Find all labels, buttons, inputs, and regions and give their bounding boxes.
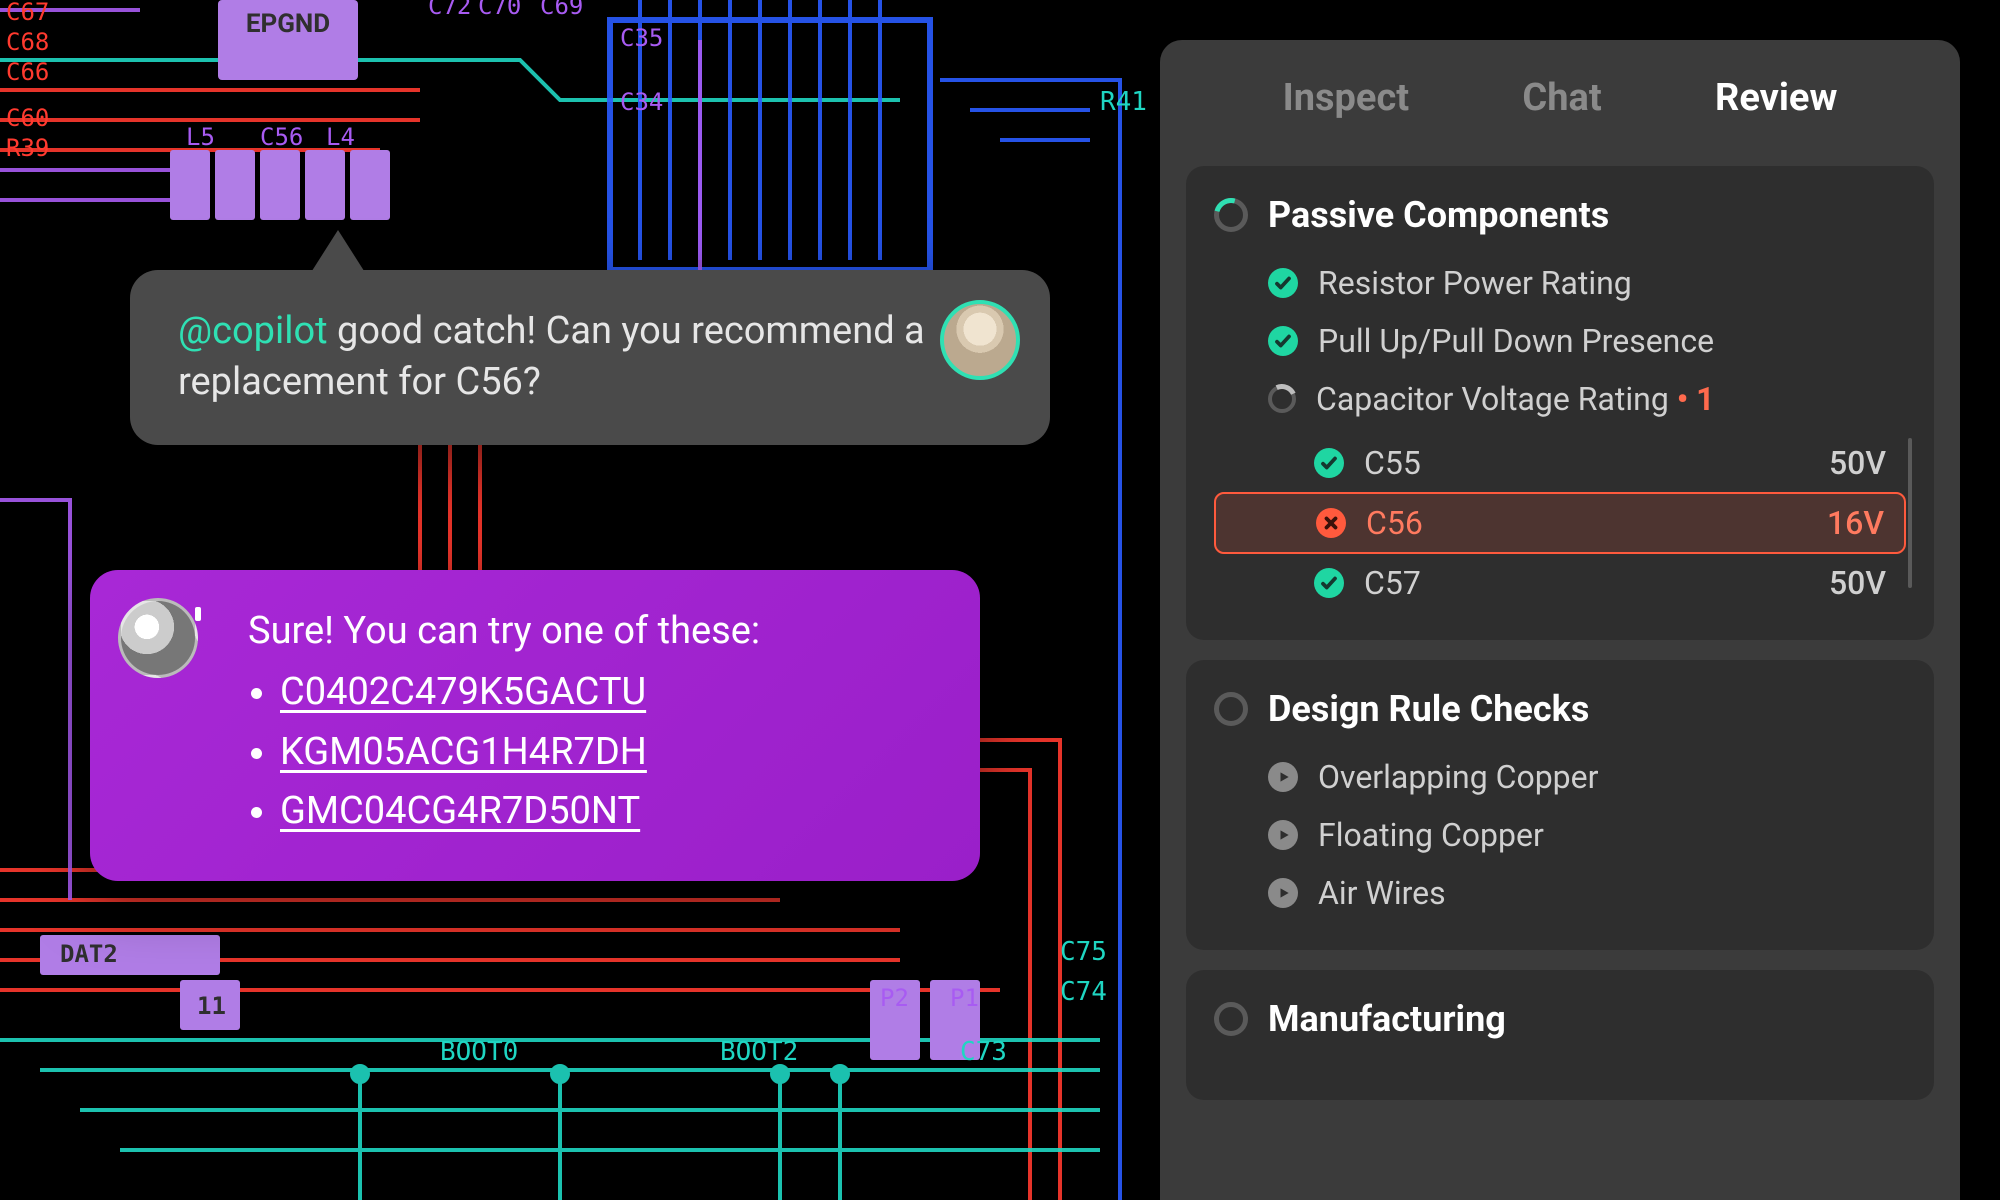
progress-ring-icon — [1214, 692, 1248, 726]
svg-text:L5: L5 — [186, 123, 215, 151]
cap-name: C55 — [1364, 444, 1809, 482]
mention-copilot[interactable]: @copilot — [178, 309, 328, 353]
issue-count-badge: • 1 — [1677, 380, 1715, 418]
svg-text:C60: C60 — [6, 104, 49, 132]
progress-ring-icon — [1214, 1002, 1248, 1036]
check-label: Capacitor Voltage Rating • 1 — [1316, 380, 1906, 418]
check-ok-icon — [1268, 326, 1298, 356]
svg-text:R41: R41 — [1100, 87, 1147, 117]
part-link[interactable]: C0402C479K5GACTU — [280, 670, 646, 714]
user-avatar[interactable] — [940, 300, 1020, 380]
review-panel: Inspect Chat Review Passive Components R… — [1160, 40, 1960, 1200]
panel-tabs: Inspect Chat Review — [1186, 66, 1934, 146]
cap-value: 50V — [1829, 564, 1886, 602]
chat-bot-bubble: Sure! You can try one of these: C0402C47… — [90, 570, 980, 881]
bubble-tail — [310, 230, 366, 274]
svg-text:C72: C72 — [428, 0, 471, 20]
section-title: Passive Components — [1268, 194, 1609, 236]
drc-item-airwires[interactable]: Air Wires — [1214, 864, 1906, 922]
svg-text:C73: C73 — [960, 1037, 1007, 1067]
svg-text:P1: P1 — [950, 984, 979, 1012]
check-fail-icon — [1316, 508, 1346, 538]
svg-text:BOOT0: BOOT0 — [440, 1037, 518, 1067]
part-link[interactable]: GMC04CG4R7D50NT — [280, 789, 640, 833]
svg-text:11: 11 — [197, 992, 226, 1020]
check-label: Floating Copper — [1318, 816, 1906, 854]
check-ok-icon — [1314, 448, 1344, 478]
spinner-icon — [1268, 385, 1296, 413]
progress-ring-icon — [1214, 198, 1248, 232]
tab-review[interactable]: Review — [1715, 76, 1837, 120]
check-item-resistor-power[interactable]: Resistor Power Rating — [1214, 254, 1906, 312]
svg-text:C69: C69 — [540, 0, 583, 20]
part-link[interactable]: KGM05ACG1H4R7DH — [280, 730, 647, 774]
bot-intro: Sure! You can try one of these: — [248, 606, 932, 657]
check-label: Resistor Power Rating — [1318, 264, 1906, 302]
tab-inspect[interactable]: Inspect — [1283, 76, 1410, 120]
svg-text:C56: C56 — [260, 123, 303, 151]
cap-value: 16V — [1827, 504, 1884, 542]
cap-row-c56[interactable]: C56 16V — [1214, 492, 1906, 554]
cap-name: C57 — [1364, 564, 1809, 602]
check-ok-icon — [1314, 568, 1344, 598]
cap-row-c57[interactable]: C57 50V — [1214, 554, 1906, 612]
section-passive-components: Passive Components Resistor Power Rating… — [1186, 166, 1934, 640]
bot-suggestion-list: C0402C479K5GACTU KGM05ACG1H4R7DH GMC04CG… — [248, 667, 932, 837]
check-label: Overlapping Copper — [1318, 758, 1906, 796]
section-manufacturing: Manufacturing — [1186, 970, 1934, 1100]
svg-text:C66: C66 — [6, 58, 49, 86]
svg-text:C75: C75 — [1060, 937, 1107, 967]
cap-name: C56 — [1366, 504, 1807, 542]
capacitor-sub-list: C55 50V C56 16V C57 50V — [1214, 434, 1906, 612]
svg-text:C67: C67 — [6, 0, 49, 26]
svg-text:L4: L4 — [326, 123, 355, 151]
chat-user-text: @copilot good catch! Can you recommend a… — [178, 306, 938, 409]
svg-text:C70: C70 — [478, 0, 521, 20]
cap-value: 50V — [1829, 444, 1886, 482]
svg-text:C68: C68 — [6, 28, 49, 56]
bot-avatar-icon — [118, 598, 198, 678]
svg-text:C74: C74 — [1060, 977, 1107, 1007]
check-ok-icon — [1268, 268, 1298, 298]
svg-text:P2: P2 — [880, 984, 909, 1012]
check-item-cap-voltage[interactable]: Capacitor Voltage Rating • 1 — [1214, 370, 1906, 428]
play-icon — [1268, 878, 1298, 908]
svg-text:EPGND: EPGND — [246, 9, 330, 39]
check-label: Air Wires — [1318, 874, 1906, 912]
play-icon — [1268, 762, 1298, 792]
play-icon — [1268, 820, 1298, 850]
svg-text:C34: C34 — [620, 88, 663, 116]
scrollbar[interactable] — [1908, 438, 1912, 588]
cap-row-c55[interactable]: C55 50V — [1214, 434, 1906, 492]
section-title: Design Rule Checks — [1268, 688, 1589, 730]
svg-text:C35: C35 — [620, 24, 663, 52]
chat-user-bubble: @copilot good catch! Can you recommend a… — [130, 270, 1050, 445]
section-title: Manufacturing — [1268, 998, 1506, 1040]
section-drc: Design Rule Checks Overlapping Copper Fl… — [1186, 660, 1934, 950]
svg-text:R39: R39 — [6, 134, 49, 162]
tab-chat[interactable]: Chat — [1522, 76, 1601, 120]
drc-item-overlapping[interactable]: Overlapping Copper — [1214, 748, 1906, 806]
svg-text:BOOT2: BOOT2 — [720, 1037, 798, 1067]
drc-item-floating[interactable]: Floating Copper — [1214, 806, 1906, 864]
check-item-pullup[interactable]: Pull Up/Pull Down Presence — [1214, 312, 1906, 370]
svg-text:DAT2: DAT2 — [60, 940, 118, 968]
check-label: Pull Up/Pull Down Presence — [1318, 322, 1906, 360]
